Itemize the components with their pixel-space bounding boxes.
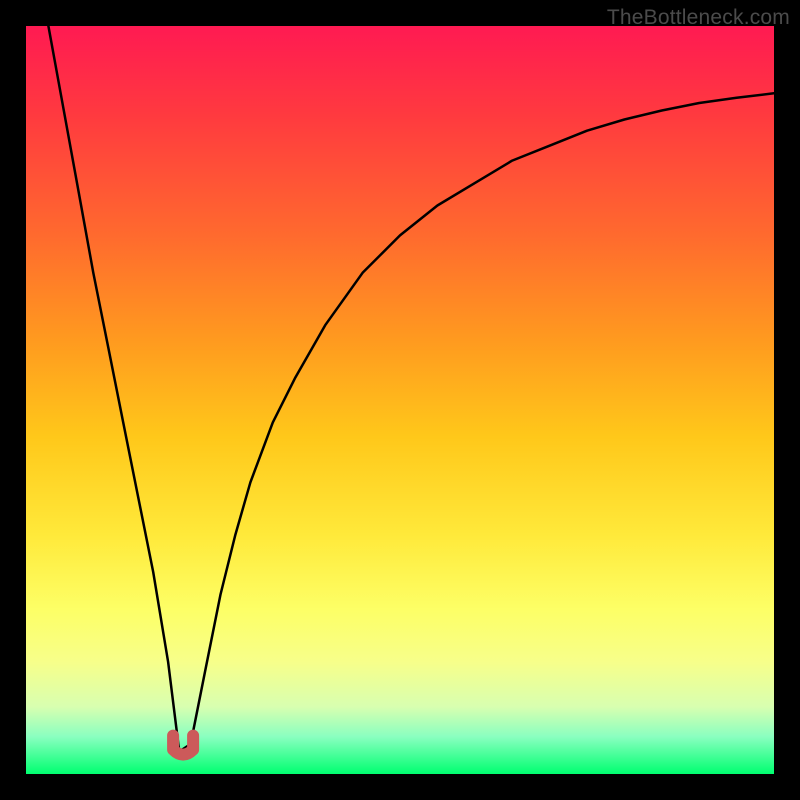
bottleneck-curve <box>48 26 774 752</box>
watermark-text: TheBottleneck.com <box>607 6 790 30</box>
min-marker-icon <box>173 736 193 755</box>
plot-area <box>26 26 774 774</box>
curve-layer <box>26 26 774 774</box>
chart-frame: TheBottleneck.com <box>0 0 800 800</box>
